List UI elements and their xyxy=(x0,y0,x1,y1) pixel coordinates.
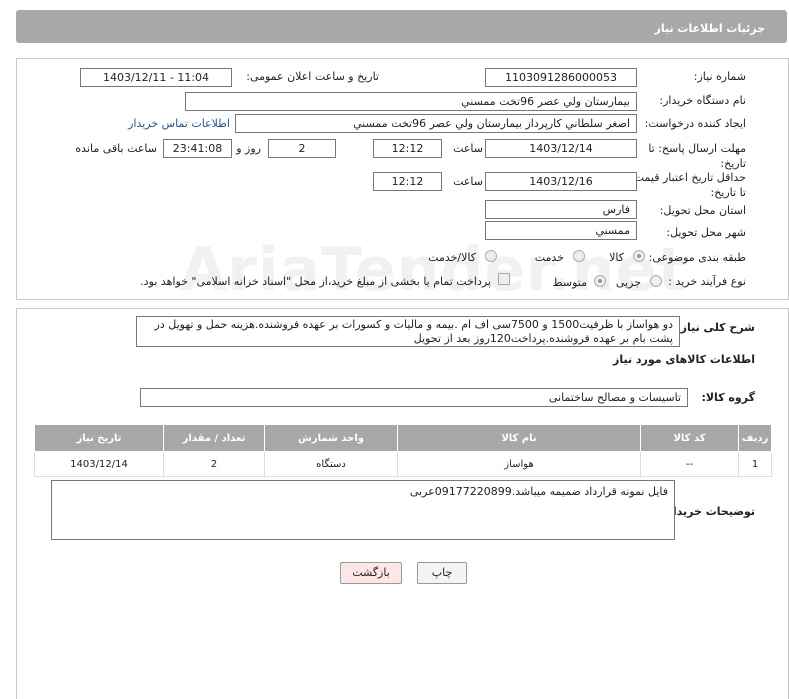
deadline-label: مهلت ارسال پاسخ: تا تاریخ: xyxy=(648,142,746,170)
validity-label: حداقل تاریخ اعتبار قیمت: تا تاریخ: xyxy=(630,171,746,199)
city-label: شهر محل تحویل: xyxy=(666,226,746,239)
category-label: طبقه بندی موضوعی: xyxy=(648,251,746,264)
remaining-label: ساعت باقی مانده xyxy=(75,142,157,155)
buyer-notes-label: توضیحات خریدار: xyxy=(662,505,755,518)
description-label: شرح کلی نیاز: xyxy=(676,321,755,334)
category-radio-goods[interactable] xyxy=(633,250,645,262)
validity-time-label: ساعت xyxy=(453,175,483,188)
page-header: جزئیات اطلاعات نیاز xyxy=(16,10,787,43)
need-number-label: شماره نیاز: xyxy=(693,70,746,83)
creator-label: ایجاد کننده درخواست: xyxy=(644,117,746,130)
validity-time-field: 12:12 xyxy=(373,172,442,191)
city-field: ممسني xyxy=(485,221,637,240)
col-row-header: ردیف xyxy=(738,424,772,452)
payment-note: پرداخت تمام یا بخشی از مبلغ خرید،از محل … xyxy=(140,275,491,288)
print-button[interactable]: چاپ xyxy=(417,562,467,584)
table-row: 1 -- هواساز دستگاه 2 1403/12/14 xyxy=(34,451,772,477)
announce-field: 1403/12/11 - 11:04 xyxy=(80,68,232,87)
category-option-both: کالا/خدمت xyxy=(428,251,476,264)
contact-link[interactable]: اطلاعات تماس خریدار xyxy=(128,117,230,130)
col-qty-header: تعداد / مقدار xyxy=(163,424,265,452)
payment-checkbox[interactable] xyxy=(498,273,510,285)
validity-date-field: 1403/12/16 xyxy=(485,172,637,191)
cell-qty: 2 xyxy=(163,451,265,477)
cell-unit: دستگاه xyxy=(264,451,398,477)
col-code-header: کد کالا xyxy=(640,424,739,452)
buyer-notes-text: فایل نمونه قرارداد ضمیمه میباشد.09177220… xyxy=(51,480,675,540)
cell-name: هواساز xyxy=(397,451,641,477)
announce-label: تاریخ و ساعت اعلان عمومی: xyxy=(246,70,379,83)
buyer-label: نام دستگاه خریدار: xyxy=(659,94,746,107)
page-title: جزئیات اطلاعات نیاز xyxy=(654,22,766,35)
category-option-goods: کالا xyxy=(609,251,624,264)
category-radio-service[interactable] xyxy=(573,250,585,262)
buyer-field: بیمارستان ولي عصر 96تخت ممسني xyxy=(185,92,637,111)
process-option-medium: متوسط xyxy=(552,276,587,289)
cell-code: -- xyxy=(640,451,739,477)
table-header-row: ردیف کد کالا نام کالا واحد شمارش تعداد /… xyxy=(34,424,772,452)
goods-info-title: اطلاعات کالاهای مورد نیاز xyxy=(613,353,755,366)
days-field: 2 xyxy=(268,139,336,158)
cell-date: 1403/12/14 xyxy=(34,451,164,477)
goods-group-field: تاسیسات و مصالح ساختمانی xyxy=(140,388,688,407)
back-button[interactable]: بازگشت xyxy=(340,562,402,584)
process-radio-partial[interactable] xyxy=(650,275,662,287)
need-number-field: 1103091286000053 xyxy=(485,68,637,87)
process-label: نوع فرآیند خرید : xyxy=(668,275,746,288)
category-radio-both[interactable] xyxy=(485,250,497,262)
province-label: استان محل تحویل: xyxy=(659,204,746,217)
creator-field: اصغر سلطاني کارپرداز بیمارستان ولي عصر 9… xyxy=(235,114,637,133)
remaining-time-field: 23:41:08 xyxy=(163,139,232,158)
deadline-time-label: ساعت xyxy=(453,142,483,155)
category-option-service: خدمت xyxy=(534,251,564,264)
col-name-header: نام کالا xyxy=(397,424,641,452)
items-table: ردیف کد کالا نام کالا واحد شمارش تعداد /… xyxy=(34,424,772,477)
col-date-header: تاریخ نیاز xyxy=(34,424,164,452)
days-label: روز و xyxy=(236,142,261,155)
col-unit-header: واحد شمارش xyxy=(264,424,398,452)
cell-row: 1 xyxy=(738,451,772,477)
deadline-time-field: 12:12 xyxy=(373,139,442,158)
deadline-date-field: 1403/12/14 xyxy=(485,139,637,158)
province-field: فارس xyxy=(485,200,637,219)
process-option-partial: جزیی xyxy=(615,276,641,289)
description-text: دو هواساز با ظرفیت1500 و 7500سی اف ام .ب… xyxy=(136,316,680,347)
watermark: AriaTender.net xyxy=(180,235,688,305)
goods-group-label: گروه کالا: xyxy=(701,391,755,404)
process-radio-medium[interactable] xyxy=(594,275,606,287)
